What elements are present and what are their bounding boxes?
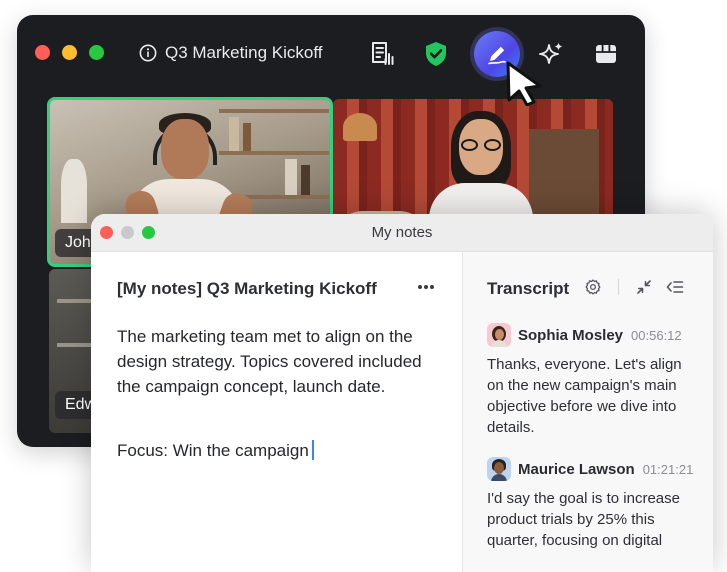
apps-button[interactable] bbox=[589, 37, 623, 71]
meeting-title: Q3 Marketing Kickoff bbox=[165, 43, 323, 62]
collapse-panel-button[interactable] bbox=[634, 277, 654, 297]
info-icon bbox=[139, 44, 157, 62]
book bbox=[285, 159, 297, 195]
window-controls bbox=[35, 45, 104, 60]
shield-check-icon bbox=[426, 42, 446, 66]
transcript-doc-icon bbox=[372, 42, 394, 65]
more-horizontal-icon bbox=[418, 285, 434, 289]
transcript-heading: Transcript bbox=[487, 279, 570, 298]
minimize-window-button[interactable] bbox=[62, 45, 77, 60]
stage: Q3 Marketing Kickoff Joh Edw My notes [M… bbox=[0, 0, 727, 572]
gear-icon bbox=[585, 279, 601, 295]
lamp-shade bbox=[61, 159, 87, 223]
transcript-entry-header: Maurice Lawson 01:21:21 bbox=[487, 456, 701, 482]
transcript-entry-header: Sophia Mosley 00:56:12 bbox=[487, 322, 701, 348]
panel-collapse-icon bbox=[666, 281, 684, 293]
notes-window: My notes [My notes] Q3 Marketing Kickoff… bbox=[91, 214, 713, 572]
person-face bbox=[161, 119, 209, 179]
transcript-settings-button[interactable] bbox=[583, 277, 603, 297]
meeting-title-group[interactable]: Q3 Marketing Kickoff bbox=[139, 39, 322, 67]
notes-editor[interactable]: [My notes] Q3 Marketing Kickoff The mark… bbox=[91, 252, 462, 572]
speaker-name: Sophia Mosley bbox=[518, 326, 624, 344]
mouse-pointer-icon bbox=[506, 61, 542, 106]
book bbox=[243, 123, 251, 151]
book bbox=[229, 117, 239, 151]
speaker-name: Maurice Lawson bbox=[518, 460, 635, 478]
toolbar-separator bbox=[618, 279, 619, 295]
apps-grid-icon bbox=[596, 45, 616, 63]
zoom-window-button[interactable] bbox=[89, 45, 104, 60]
glasses bbox=[461, 139, 501, 151]
close-window-button[interactable] bbox=[35, 45, 50, 60]
timestamp: 01:21:21 bbox=[642, 461, 694, 477]
avatar bbox=[487, 323, 511, 347]
transcript-text: I'd say the goal is to increase product … bbox=[487, 490, 680, 549]
meeting-titlebar: Q3 Marketing Kickoff bbox=[17, 15, 645, 91]
security-button[interactable] bbox=[419, 37, 453, 71]
transcript-panel: Transcript Sophia Mosley 00:56:12 Thanks… bbox=[463, 252, 713, 572]
notes-focus-line[interactable]: Focus: Win the campaign bbox=[117, 438, 314, 463]
collapse-arrows-icon bbox=[637, 280, 651, 294]
hide-panel-button[interactable] bbox=[665, 277, 685, 297]
bookshelf bbox=[219, 109, 329, 113]
notes-body-text[interactable]: The marketing team met to align on the d… bbox=[117, 324, 447, 399]
notes-focus-text: Focus: Win the campaign bbox=[117, 441, 309, 460]
lamp bbox=[343, 113, 377, 141]
timestamp: 00:56:12 bbox=[631, 327, 682, 343]
transcript-entry[interactable]: Maurice Lawson 01:21:21 I'd say the goal… bbox=[487, 456, 701, 551]
avatar bbox=[487, 457, 511, 481]
notes-titlebar: My notes bbox=[91, 214, 713, 252]
more-options-button[interactable] bbox=[415, 276, 437, 298]
transcript-button[interactable] bbox=[365, 37, 399, 71]
notes-heading: [My notes] Q3 Marketing Kickoff bbox=[117, 279, 377, 298]
bookshelf bbox=[219, 151, 329, 155]
transcript-entry[interactable]: Sophia Mosley 00:56:12 Thanks, everyone.… bbox=[487, 322, 701, 438]
transcript-text: Thanks, everyone. Let's align on the new… bbox=[487, 356, 682, 436]
notes-window-title: My notes bbox=[371, 224, 433, 241]
book bbox=[301, 165, 310, 195]
text-cursor bbox=[311, 440, 314, 460]
